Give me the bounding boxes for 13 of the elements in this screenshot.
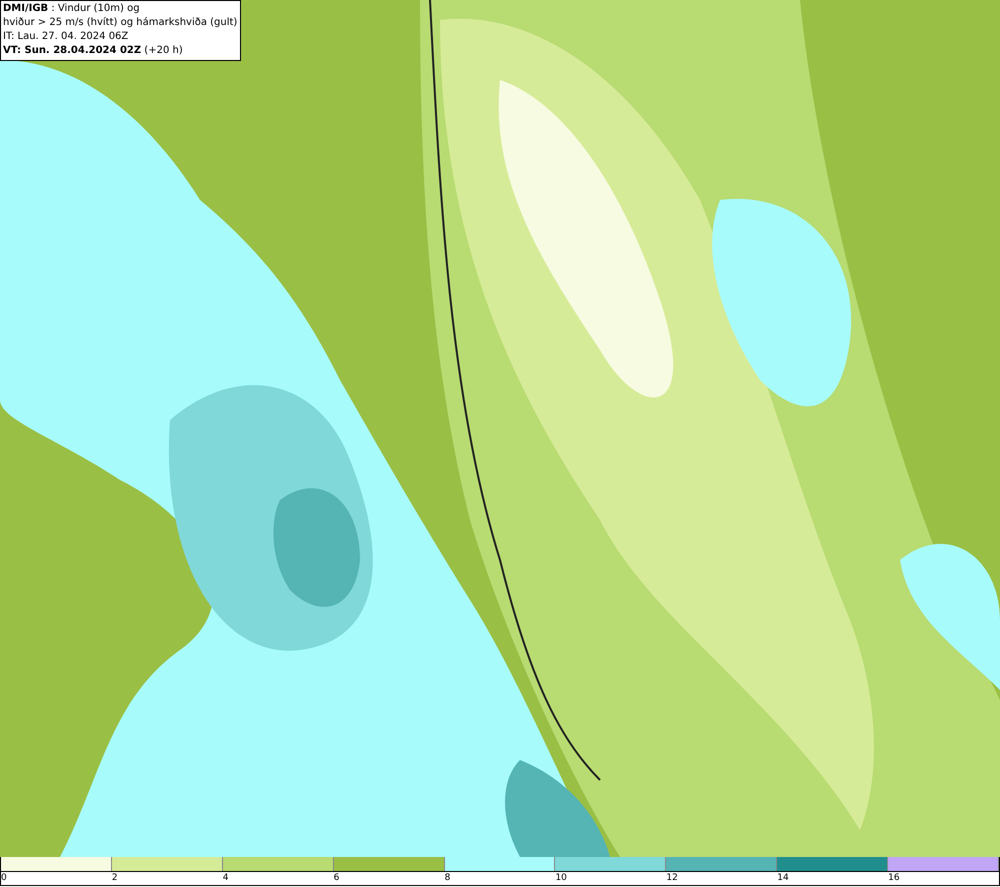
title-line: IT: Lau. 27. 04. 2024 06Z: [3, 30, 130, 44]
title-line: DMI/IGB : Vindur (10m) og: [3, 2, 141, 16]
title-line: hviður > 25 m/s (hvítt) og hámarkshviða (gult): [3, 16, 238, 30]
tick-label: 6: [334, 872, 340, 885]
tick-label: 2: [112, 872, 118, 885]
tick-label: 16: [888, 872, 900, 885]
tick-label: 4: [222, 872, 229, 885]
tick-label: 8: [444, 872, 450, 885]
tick-label: 10: [555, 872, 567, 885]
tick-label: 14: [777, 872, 789, 885]
tick-label: 12: [666, 872, 678, 885]
title-line: VT: Sun. 28.04.2024 02Z (+20 h): [3, 44, 184, 58]
tick-label: 0: [1, 872, 7, 885]
